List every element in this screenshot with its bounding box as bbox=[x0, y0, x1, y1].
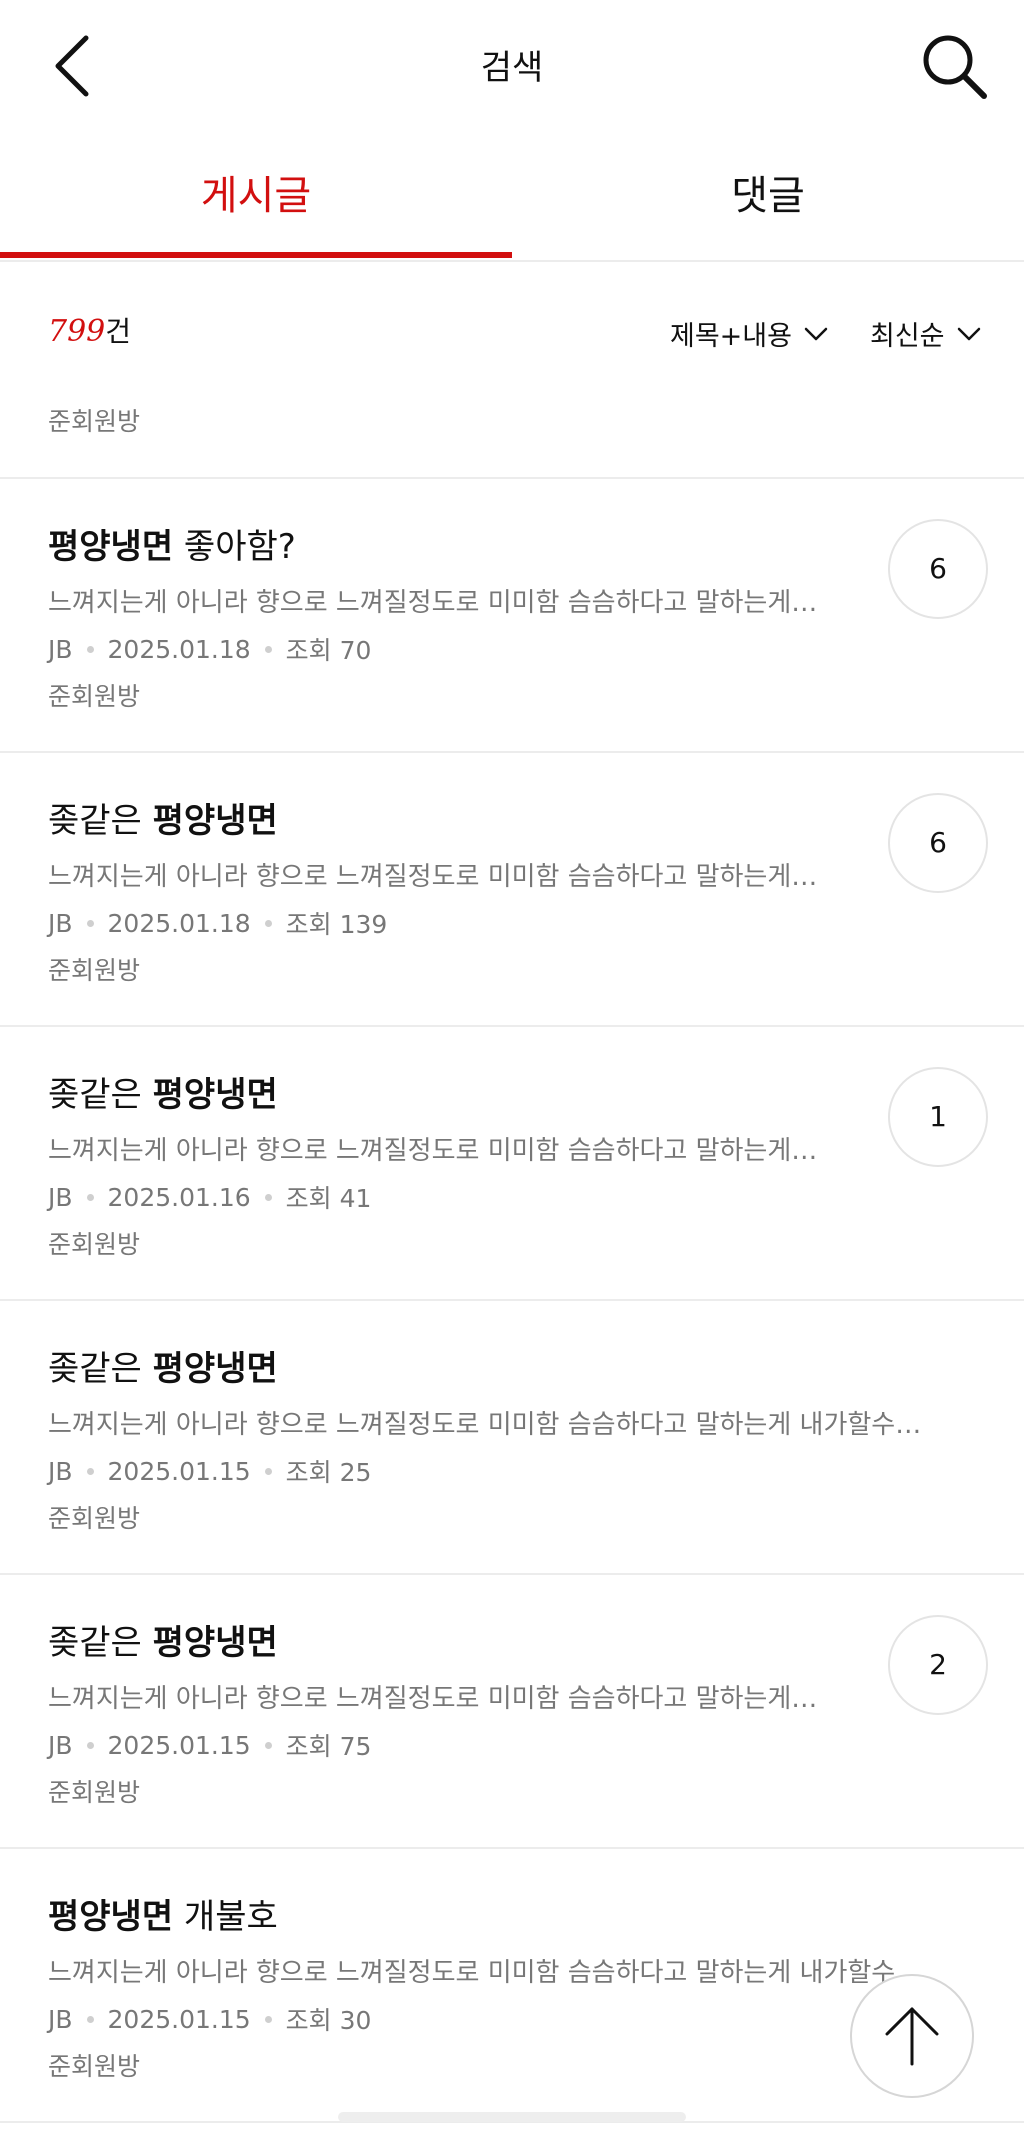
post-title-text: 좆같은 bbox=[48, 1349, 153, 1389]
separator-dot bbox=[264, 1467, 272, 1475]
result-count-suffix: 건 bbox=[105, 315, 132, 348]
post-title-text: 좋아함? bbox=[173, 527, 296, 567]
search-button[interactable] bbox=[916, 28, 992, 104]
post-excerpt: 느껴지는게 아니라 향으로 느껴질정도로 미미함 슴슴하다고 말하는게… bbox=[48, 1136, 818, 1166]
post-meta: JB 2025.01.15 조회 25 bbox=[48, 1453, 371, 1489]
filter-bar: 799건 제목+내용 최신순 bbox=[0, 300, 1024, 360]
post-date: 2025.01.18 bbox=[107, 634, 251, 664]
post-title-keyword: 평양냉면 bbox=[152, 1075, 278, 1115]
tab-comments[interactable]: 댓글 bbox=[512, 150, 1024, 258]
post-meta: JB 2025.01.18 조회 139 bbox=[48, 905, 387, 941]
search-icon bbox=[923, 35, 987, 99]
post-author: JB bbox=[48, 1730, 73, 1760]
active-tab-indicator bbox=[0, 252, 512, 258]
post-title-keyword: 평양냉면 bbox=[152, 1349, 278, 1389]
comment-count-badge[interactable]: 6 bbox=[888, 519, 988, 619]
post-excerpt: 느껴지는게 아니라 향으로 느껴질정도로 미미함 슴슴하다고 말하는게… bbox=[48, 588, 818, 618]
post-views: 조회 70 bbox=[285, 636, 372, 665]
post-title-text: 좆같은 bbox=[48, 1623, 153, 1663]
separator-dot bbox=[264, 1741, 272, 1749]
post-title-text: 개불호 bbox=[173, 1897, 278, 1937]
separator-dot bbox=[86, 1193, 94, 1201]
arrow-up-icon bbox=[885, 2007, 939, 2066]
post-author: JB bbox=[48, 908, 73, 938]
scroll-to-top-button[interactable] bbox=[850, 1974, 974, 2098]
separator-dot bbox=[264, 919, 272, 927]
result-count: 799건 bbox=[48, 310, 131, 350]
post-title-keyword: 평양냉면 bbox=[48, 527, 174, 567]
post-item[interactable]: 좆같은 평양냉면 느껴지는게 아니라 향으로 느껴질정도로 미미함 슴슴하다고 … bbox=[0, 1575, 1024, 1849]
post-title[interactable]: 평양냉면 좋아함? bbox=[48, 519, 296, 568]
page-title: 검색 bbox=[480, 48, 544, 88]
post-excerpt: 느껴지는게 아니라 향으로 느껴질정도로 미미함 슴슴하다고 말하는게… bbox=[48, 862, 818, 892]
post-title-keyword: 평양냉면 bbox=[152, 1623, 278, 1663]
separator-dot bbox=[86, 645, 94, 653]
post-title[interactable]: 좆같은 평양냉면 bbox=[48, 1067, 278, 1116]
board-filter-label[interactable]: 준회원방 bbox=[48, 402, 140, 438]
separator-dot bbox=[86, 2015, 94, 2023]
separator-dot bbox=[86, 919, 94, 927]
post-board: 준회원방 bbox=[48, 1230, 141, 1259]
sort-label: 최신순 bbox=[870, 321, 945, 352]
post-item[interactable]: 좆같은 평양냉면 느껴지는게 아니라 향으로 느껴질정도로 미미함 슴슴하다고 … bbox=[0, 753, 1024, 1027]
post-title[interactable]: 좆같은 평양냉면 bbox=[48, 1615, 278, 1664]
post-excerpt: 느껴지는게 아니라 향으로 느껴질정도로 미미함 슴슴하다고 말하는게… bbox=[48, 1684, 818, 1714]
sort-dropdown[interactable]: 최신순 bbox=[870, 314, 981, 353]
post-meta: JB 2025.01.16 조회 41 bbox=[48, 1179, 371, 1215]
post-board: 준회원방 bbox=[48, 2052, 141, 2081]
post-item[interactable]: 평양냉면 좋아함? 느껴지는게 아니라 향으로 느껴질정도로 미미함 슴슴하다고… bbox=[0, 479, 1024, 753]
post-title[interactable]: 평양냉면 개불호 bbox=[48, 1889, 278, 1938]
tab-posts[interactable]: 게시글 bbox=[0, 150, 512, 258]
post-list: 평양냉면 좋아함? 느껴지는게 아니라 향으로 느껴질정도로 미미함 슴슴하다고… bbox=[0, 479, 1024, 2123]
post-board: 준회원방 bbox=[48, 1778, 141, 1807]
chevron-down-icon bbox=[804, 327, 828, 340]
top-bar: 검색 bbox=[0, 0, 1024, 130]
post-meta: JB 2025.01.15 조회 75 bbox=[48, 1727, 371, 1763]
post-author: JB bbox=[48, 634, 73, 664]
separator-dot bbox=[264, 2015, 272, 2023]
post-views: 조회 25 bbox=[285, 1458, 372, 1487]
post-author: JB bbox=[48, 2004, 73, 2034]
post-meta: JB 2025.01.18 조회 70 bbox=[48, 631, 371, 667]
separator-dot bbox=[86, 1741, 94, 1749]
separator-dot bbox=[86, 1467, 94, 1475]
post-views: 조회 139 bbox=[285, 910, 388, 939]
post-board: 준회원방 bbox=[48, 682, 141, 711]
comment-count-badge[interactable]: 6 bbox=[888, 793, 988, 893]
result-count-number: 799 bbox=[48, 314, 106, 349]
post-date: 2025.01.15 bbox=[107, 2004, 251, 2034]
post-item[interactable]: 좆같은 평양냉면 느껴지는게 아니라 향으로 느껴질정도로 미미함 슴슴하다고 … bbox=[0, 1301, 1024, 1575]
chevron-down-icon bbox=[957, 327, 980, 340]
post-meta: JB 2025.01.15 조회 30 bbox=[48, 2001, 371, 2037]
search-scope-label: 제목+내용 bbox=[670, 321, 792, 352]
post-excerpt: 느껴지는게 아니라 향으로 느껴질정도로 미미함 슴슴하다고 말하는게 내가할수… bbox=[48, 1410, 922, 1440]
search-scope-dropdown[interactable]: 제목+내용 bbox=[670, 314, 828, 353]
post-views: 조회 75 bbox=[285, 1732, 372, 1761]
home-indicator bbox=[338, 2112, 686, 2122]
post-author: JB bbox=[48, 1182, 73, 1212]
post-date: 2025.01.15 bbox=[107, 1730, 251, 1760]
post-title-keyword: 평양냉면 bbox=[48, 1897, 174, 1937]
comment-count-badge[interactable]: 2 bbox=[888, 1615, 988, 1715]
post-date: 2025.01.18 bbox=[107, 908, 251, 938]
comment-count-badge[interactable]: 1 bbox=[888, 1067, 988, 1167]
post-date: 2025.01.15 bbox=[107, 1456, 251, 1486]
post-title-text: 좆같은 bbox=[48, 1075, 153, 1115]
post-title[interactable]: 좆같은 평양냉면 bbox=[48, 1341, 278, 1390]
post-excerpt: 느껴지는게 아니라 향으로 느껴질정도로 미미함 슴슴하다고 말하는게 내가할수… bbox=[48, 1958, 922, 1988]
post-title-keyword: 평양냉면 bbox=[152, 801, 278, 841]
post-date: 2025.01.16 bbox=[107, 1182, 251, 1212]
post-title[interactable]: 좆같은 평양냉면 bbox=[48, 793, 278, 842]
post-views: 조회 41 bbox=[285, 1184, 372, 1213]
tab-bar: 게시글 댓글 bbox=[0, 150, 1024, 262]
post-author: JB bbox=[48, 1456, 73, 1486]
post-board: 준회원방 bbox=[48, 1504, 141, 1533]
post-views: 조회 30 bbox=[285, 2006, 372, 2035]
separator-dot bbox=[264, 1193, 272, 1201]
separator-dot bbox=[264, 645, 272, 653]
post-item[interactable]: 좆같은 평양냉면 느껴지는게 아니라 향으로 느껴질정도로 미미함 슴슴하다고 … bbox=[0, 1027, 1024, 1301]
post-title-text: 좆같은 bbox=[48, 801, 153, 841]
post-board: 준회원방 bbox=[48, 956, 141, 985]
